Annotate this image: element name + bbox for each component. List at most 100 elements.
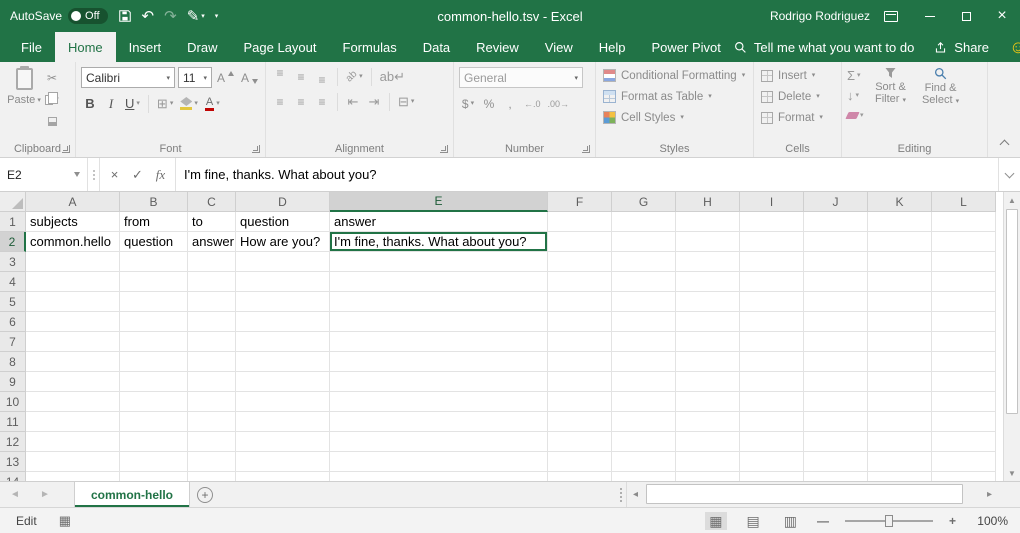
cell-H9[interactable] <box>676 372 740 392</box>
cell-B4[interactable] <box>120 272 188 292</box>
cell-I11[interactable] <box>740 412 804 432</box>
new-sheet-button[interactable]: + <box>190 482 220 507</box>
tab-review[interactable]: Review <box>463 32 532 62</box>
cell-F14[interactable] <box>548 472 612 481</box>
cut-button[interactable]: ✂ <box>43 68 61 87</box>
cell-J4[interactable] <box>804 272 868 292</box>
page-layout-view-button[interactable]: ▤ <box>743 512 764 530</box>
cell-E5[interactable] <box>330 292 548 312</box>
tab-scrollbar-splitter[interactable] <box>616 482 626 507</box>
ribbon-display-options-icon[interactable] <box>884 11 898 22</box>
wrap-text-button[interactable]: ab↵ <box>378 67 407 86</box>
column-header-I[interactable]: I <box>740 192 804 212</box>
cell-E7[interactable] <box>330 332 548 352</box>
tab-insert[interactable]: Insert <box>116 32 175 62</box>
cell-I9[interactable] <box>740 372 804 392</box>
cell-A3[interactable] <box>26 252 120 272</box>
cell-I10[interactable] <box>740 392 804 412</box>
cell-E11[interactable] <box>330 412 548 432</box>
cell-K14[interactable] <box>868 472 932 481</box>
zoom-slider-thumb[interactable] <box>885 515 893 527</box>
cell-A12[interactable] <box>26 432 120 452</box>
format-painter-button[interactable] <box>43 112 61 131</box>
cell-E6[interactable] <box>330 312 548 332</box>
cell-F13[interactable] <box>548 452 612 472</box>
undo-button[interactable]: ↶ <box>142 9 155 24</box>
cell-F10[interactable] <box>548 392 612 412</box>
cell-H10[interactable] <box>676 392 740 412</box>
cell-K11[interactable] <box>868 412 932 432</box>
tab-file[interactable]: File <box>8 32 55 62</box>
decrease-indent-button[interactable]: ⇤ <box>344 92 362 111</box>
cell-F7[interactable] <box>548 332 612 352</box>
cell-H2[interactable] <box>676 232 740 252</box>
cell-J9[interactable] <box>804 372 868 392</box>
row-header-12[interactable]: 12 <box>0 432 26 452</box>
shrink-font-button[interactable]: A <box>239 68 260 87</box>
cell-G11[interactable] <box>612 412 676 432</box>
cell-L12[interactable] <box>932 432 996 452</box>
autosave-toggle[interactable]: AutoSave Off <box>10 8 108 24</box>
cell-G8[interactable] <box>612 352 676 372</box>
tab-formulas[interactable]: Formulas <box>330 32 410 62</box>
cell-D14[interactable] <box>236 472 330 481</box>
formula-bar-expand-button[interactable] <box>998 158 1020 191</box>
tab-data[interactable]: Data <box>410 32 463 62</box>
column-header-B[interactable]: B <box>120 192 188 212</box>
insert-function-button[interactable]: fx <box>150 164 171 185</box>
sheet-nav-right-arrow[interactable]: ► <box>30 482 60 507</box>
cell-D1[interactable]: question <box>236 212 330 232</box>
cell-C2[interactable]: answer <box>188 232 236 252</box>
cell-E13[interactable] <box>330 452 548 472</box>
save-button[interactable] <box>118 9 132 23</box>
fill-button[interactable]: ↓▾ <box>847 86 864 104</box>
enter-entry-button[interactable]: ✓ <box>127 164 148 185</box>
orientation-button[interactable]: ab▾ <box>344 67 365 86</box>
cell-G13[interactable] <box>612 452 676 472</box>
zoom-out-button[interactable]: — <box>817 514 829 528</box>
cell-I4[interactable] <box>740 272 804 292</box>
formula-input[interactable]: I'm fine, thanks. What about you? <box>176 158 998 191</box>
cell-H3[interactable] <box>676 252 740 272</box>
cell-D7[interactable] <box>236 332 330 352</box>
cell-B5[interactable] <box>120 292 188 312</box>
column-header-K[interactable]: K <box>868 192 932 212</box>
cell-F1[interactable] <box>548 212 612 232</box>
cell-C4[interactable] <box>188 272 236 292</box>
cell-B12[interactable] <box>120 432 188 452</box>
tell-me-search[interactable]: Tell me what you want to do <box>734 40 914 55</box>
zoom-in-button[interactable]: + <box>949 514 956 528</box>
column-header-F[interactable]: F <box>548 192 612 212</box>
increase-decimal-button[interactable]: ←.0 <box>522 94 543 113</box>
cell-K5[interactable] <box>868 292 932 312</box>
font-name-combo[interactable]: Calibri▾ <box>81 67 175 88</box>
cell-E9[interactable] <box>330 372 548 392</box>
cell-E10[interactable] <box>330 392 548 412</box>
cell-A4[interactable] <box>26 272 120 292</box>
cell-B2[interactable]: question <box>120 232 188 252</box>
cell-A2[interactable]: common.hello <box>26 232 120 252</box>
row-header-4[interactable]: 4 <box>0 272 26 292</box>
pen-tool-button[interactable]: ✎▾ <box>187 9 205 24</box>
cell-H8[interactable] <box>676 352 740 372</box>
cell-K8[interactable] <box>868 352 932 372</box>
delete-cells-button[interactable]: Delete▾ <box>759 86 836 107</box>
cell-A8[interactable] <box>26 352 120 372</box>
maximize-button[interactable] <box>948 0 984 32</box>
cell-B7[interactable] <box>120 332 188 352</box>
column-header-J[interactable]: J <box>804 192 868 212</box>
bold-button[interactable]: B <box>81 94 99 113</box>
column-header-H[interactable]: H <box>676 192 740 212</box>
row-header-1[interactable]: 1 <box>0 212 26 232</box>
cell-E2[interactable]: I'm fine, thanks. What about you? <box>330 232 548 252</box>
cell-L3[interactable] <box>932 252 996 272</box>
formula-bar-splitter[interactable] <box>88 158 100 191</box>
cell-B6[interactable] <box>120 312 188 332</box>
decrease-decimal-button[interactable]: .00→ <box>546 94 572 113</box>
cell-K2[interactable] <box>868 232 932 252</box>
cell-G9[interactable] <box>612 372 676 392</box>
align-right-button[interactable]: ≡ <box>313 92 331 111</box>
cell-I3[interactable] <box>740 252 804 272</box>
cell-D8[interactable] <box>236 352 330 372</box>
row-header-5[interactable]: 5 <box>0 292 26 312</box>
